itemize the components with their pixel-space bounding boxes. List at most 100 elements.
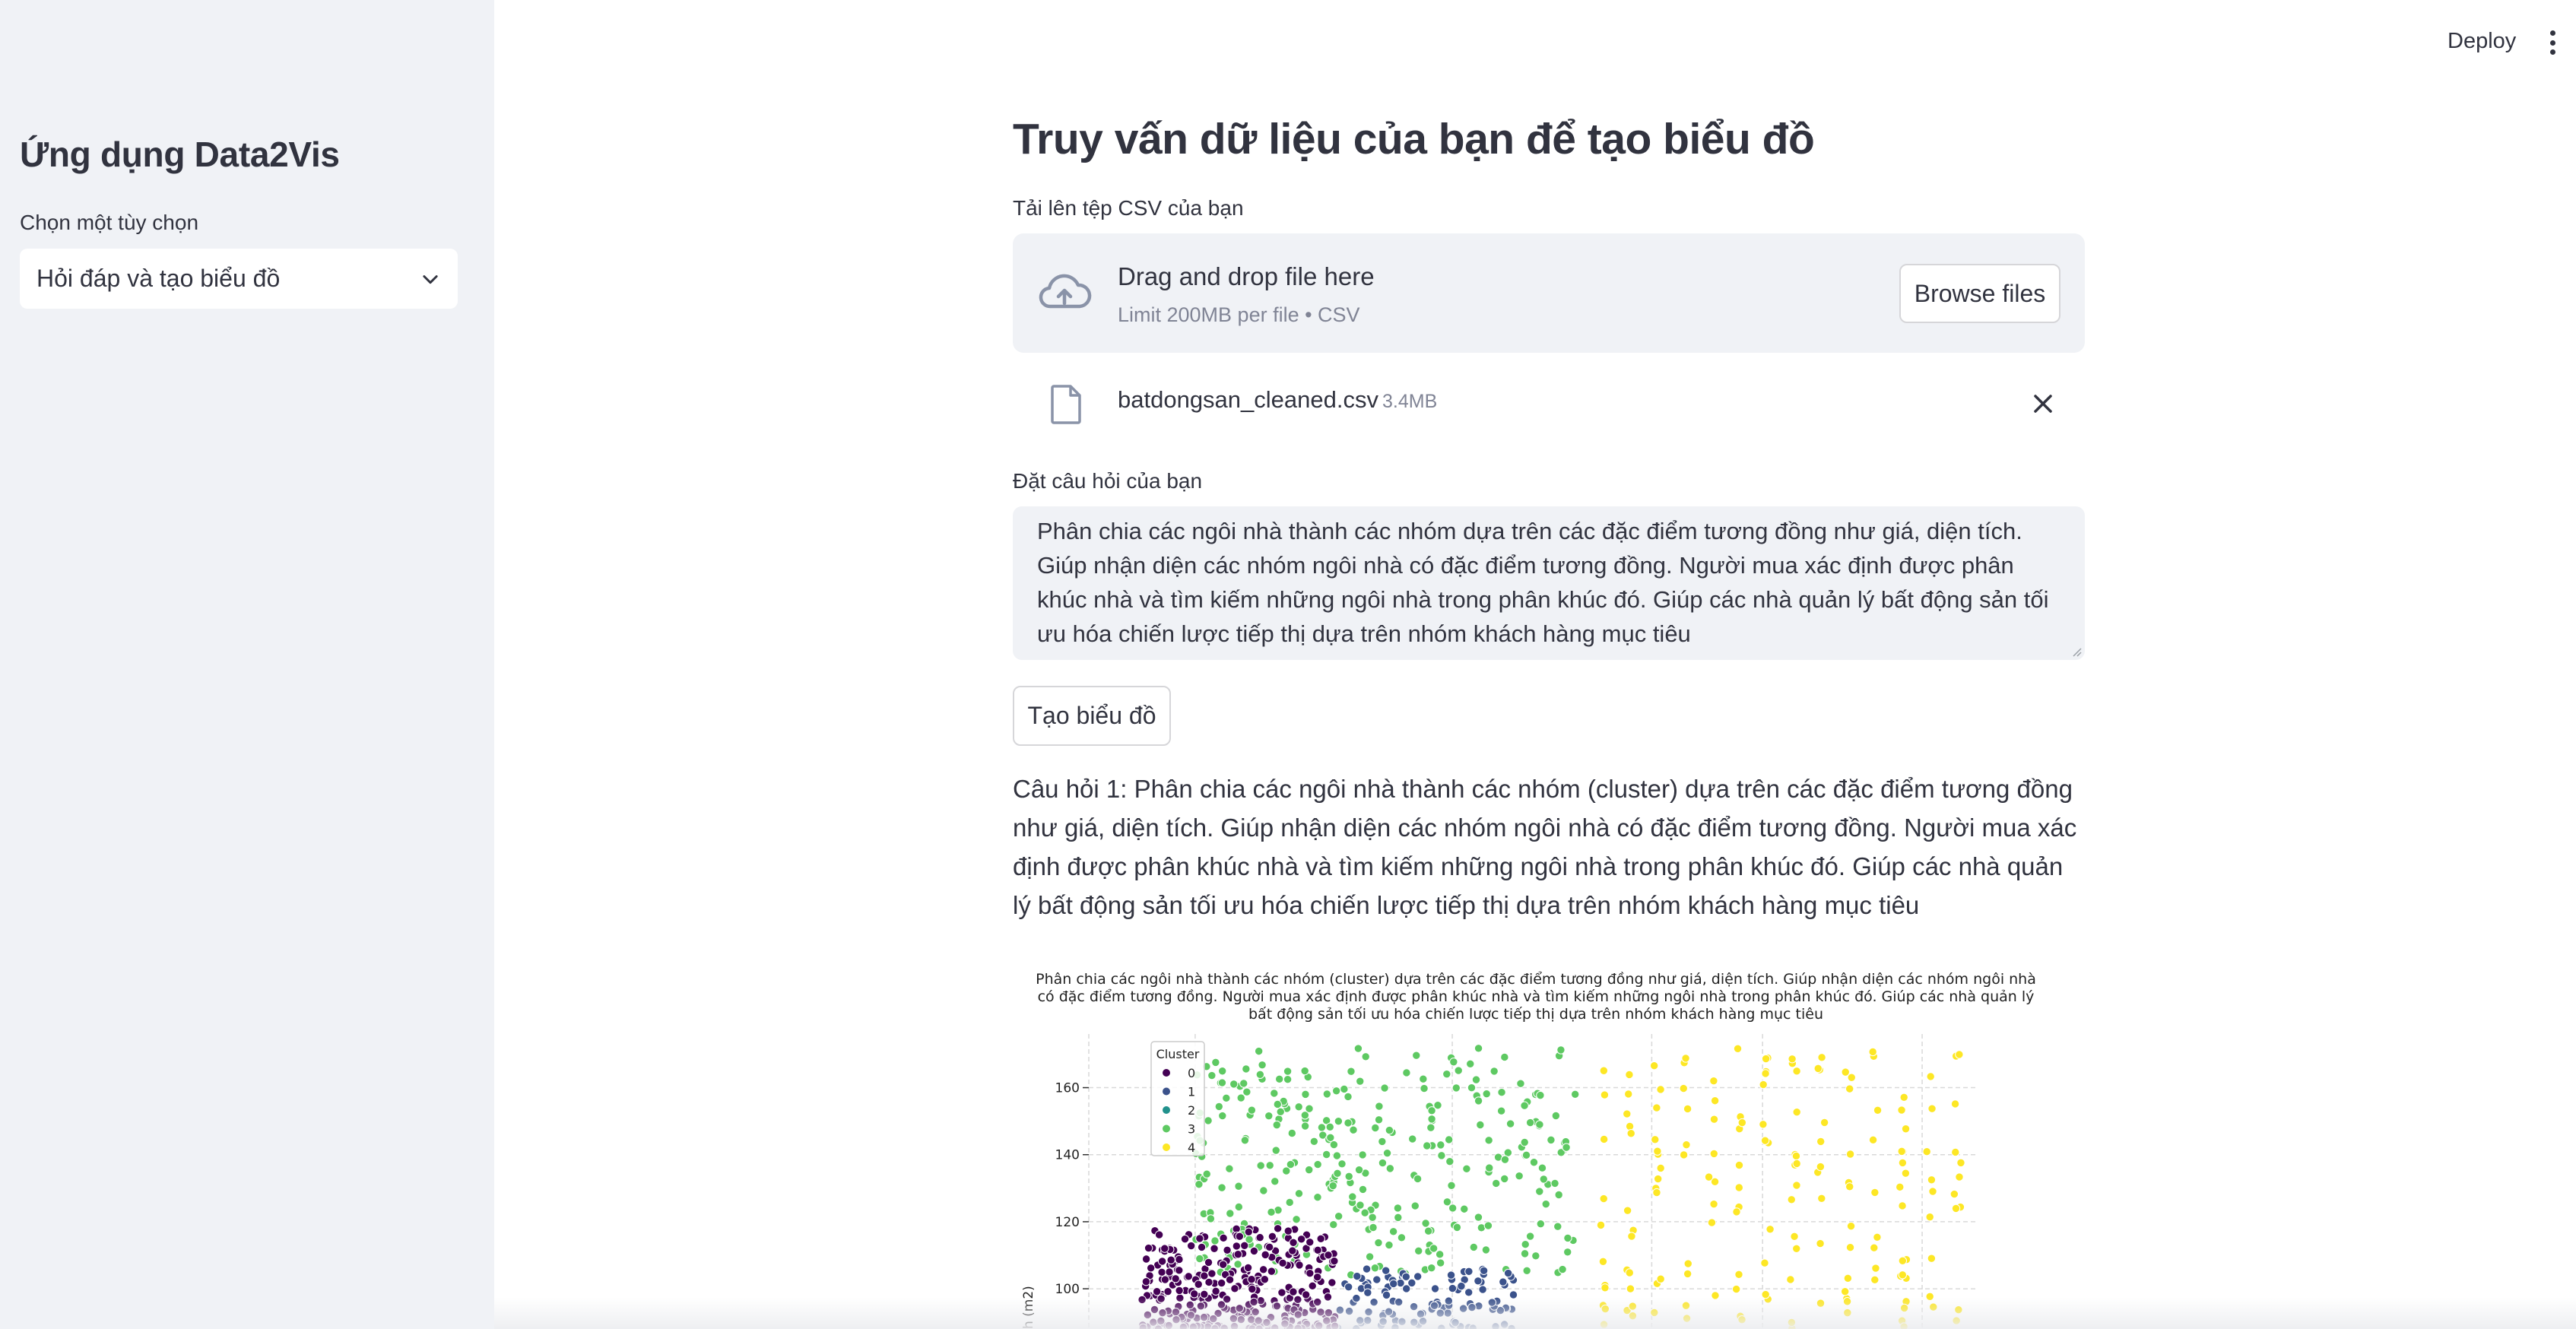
data-point-cluster-1 [1381,1266,1391,1275]
data-point-cluster-0 [1218,1260,1228,1269]
data-point-cluster-3 [1214,1102,1224,1112]
data-point-cluster-3 [1321,1150,1331,1159]
data-point-cluster-3 [1484,1136,1493,1145]
option-select-label: Chọn một tùy chọn [20,211,199,234]
data-point-cluster-3 [1222,1093,1231,1102]
data-point-cluster-4 [1845,1182,1854,1191]
data-point-cluster-4 [1761,1069,1770,1078]
browse-files-button[interactable]: Browse files [1899,264,2060,323]
data-point-cluster-1 [1474,1277,1483,1286]
legend-label: 3 [1188,1122,1195,1137]
data-point-cluster-3 [1334,1211,1344,1221]
data-point-cluster-0 [1283,1226,1293,1235]
data-point-cluster-3 [1471,1075,1481,1084]
dropzone-instructions: Drag and drop file here [1118,262,1375,290]
data-point-cluster-4 [1928,1187,1937,1196]
data-point-cluster-4 [1599,1066,1609,1075]
data-point-cluster-3 [1436,1258,1445,1267]
data-point-cluster-3 [1305,1165,1314,1175]
data-point-cluster-3 [1521,1150,1531,1159]
data-point-cluster-3 [1325,1122,1334,1132]
data-point-cluster-0 [1312,1273,1322,1282]
data-point-cluster-0 [1232,1242,1242,1251]
data-point-cluster-3 [1520,1101,1529,1110]
data-point-cluster-3 [1294,1189,1304,1198]
data-point-cluster-0 [1288,1246,1297,1255]
data-point-cluster-3 [1554,1190,1563,1200]
data-point-cluster-4 [1599,1134,1609,1144]
data-point-cluster-4 [1901,1124,1911,1134]
data-point-cluster-0 [1328,1278,1337,1287]
data-point-cluster-3 [1435,1250,1445,1259]
data-point-cluster-3 [1531,1251,1540,1261]
legend-marker [1163,1106,1170,1114]
y-tick-label: 140 [1055,1148,1080,1163]
data-point-cluster-4 [1731,1284,1741,1294]
data-point-cluster-0 [1260,1275,1270,1284]
data-point-cluster-0 [1204,1258,1213,1267]
data-point-cluster-3 [1525,1118,1535,1128]
kebab-menu-icon[interactable] [2541,27,2564,58]
upload-label: Tải lên tệp CSV của bạn [1013,196,1244,220]
data-point-cluster-0 [1330,1256,1339,1266]
data-point-cluster-4 [1623,1206,1632,1215]
data-point-cluster-3 [1326,1133,1335,1142]
data-point-cluster-4 [1845,1242,1855,1252]
data-point-cluster-3 [1229,1080,1239,1089]
data-point-cluster-3 [1419,1074,1428,1083]
data-point-cluster-3 [1388,1227,1398,1236]
data-point-cluster-3 [1535,1120,1544,1129]
data-point-cluster-3 [1536,1220,1546,1229]
data-point-cluster-0 [1175,1254,1184,1264]
data-point-cluster-3 [1358,1185,1368,1194]
data-point-cluster-3 [1371,1123,1380,1133]
data-point-cluster-0 [1248,1284,1257,1294]
data-point-cluster-4 [1898,1201,1907,1210]
data-point-cluster-4 [1709,1115,1719,1124]
data-point-cluster-3 [1563,1233,1572,1243]
option-select-value: Hỏi đáp và tạo biểu đồ [36,265,281,292]
close-icon[interactable] [2030,391,2056,417]
option-select[interactable]: Hỏi đáp và tạo biểu đồ [20,249,458,309]
data-point-cluster-4 [1679,1150,1689,1159]
data-point-cluster-3 [1563,1248,1572,1257]
data-point-cluster-0 [1184,1272,1193,1281]
data-point-cluster-3 [1287,1128,1297,1138]
generate-chart-button[interactable]: Tạo biểu đồ [1013,686,1171,746]
dropzone-limit: Limit 200MB per file • CSV [1118,303,1360,326]
legend-label: 4 [1188,1140,1195,1155]
data-point-cluster-3 [1536,1090,1545,1100]
data-point-cluster-0 [1223,1245,1232,1254]
data-point-cluster-3 [1300,1111,1310,1120]
data-point-cluster-3 [1282,1166,1291,1175]
data-point-cluster-3 [1322,1090,1332,1099]
data-point-cluster-3 [1474,1096,1483,1105]
data-point-cluster-0 [1197,1242,1207,1252]
data-point-cluster-4 [1709,1076,1718,1086]
data-point-cluster-0 [1267,1267,1277,1276]
data-point-cluster-3 [1413,1174,1423,1184]
uploaded-file-row: batdongsan_cleaned.csv 3.4MB [1013,373,2085,432]
data-point-cluster-4 [1922,1147,1931,1156]
data-point-cluster-4 [1682,1140,1691,1150]
deploy-button[interactable]: Deploy [2448,29,2516,54]
resize-handle-icon[interactable] [2071,646,2082,657]
data-point-cluster-0 [1186,1241,1196,1251]
data-point-cluster-4 [1787,1195,1796,1204]
question-textarea[interactable]: Phân chia các ngôi nhà thành các nhóm dự… [1013,506,2085,660]
scatter-chart: Phân chia các ngôi nhà thành các nhóm (c… [1021,971,2036,1329]
data-point-cluster-4 [1734,1183,1743,1192]
data-point-cluster-3 [1233,1260,1242,1269]
data-point-cluster-1 [1362,1264,1372,1273]
data-point-cluster-4 [1898,1270,1908,1280]
data-point-cluster-3 [1349,1125,1358,1134]
data-point-cluster-1 [1479,1266,1489,1275]
data-point-cluster-3 [1360,1208,1369,1217]
data-point-cluster-1 [1478,1285,1487,1294]
data-point-cluster-3 [1374,1238,1383,1248]
data-point-cluster-3 [1408,1134,1417,1143]
file-dropzone[interactable]: Drag and drop file here Limit 200MB per … [1013,233,2085,353]
data-point-cluster-0 [1180,1235,1190,1244]
data-point-cluster-4 [1897,1105,1906,1115]
cloud-upload-icon [1039,274,1092,309]
